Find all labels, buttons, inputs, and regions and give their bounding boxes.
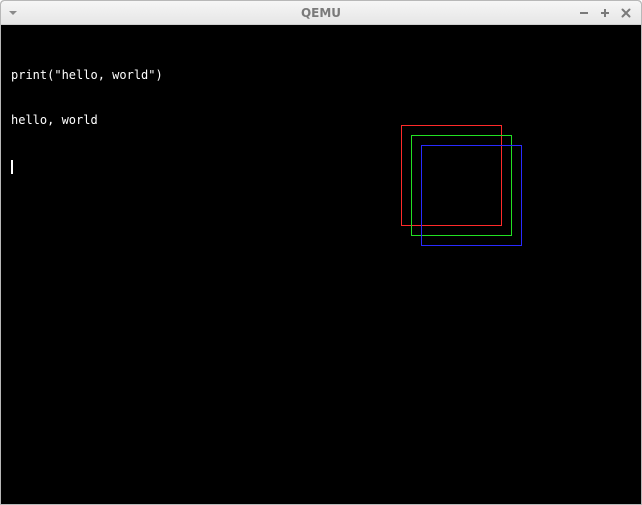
- guest-display[interactable]: print("hello, world") hello, world: [1, 25, 641, 504]
- red-square: [401, 125, 502, 226]
- minimize-icon[interactable]: [577, 6, 591, 20]
- close-icon[interactable]: [619, 6, 633, 20]
- window-title: QEMU: [300, 6, 342, 20]
- qemu-window: QEMU print("hello, world") hello, world: [0, 0, 642, 505]
- blue-square: [421, 145, 522, 246]
- graphics-layer: [401, 125, 522, 246]
- title-bar[interactable]: QEMU: [1, 1, 641, 25]
- green-square: [411, 135, 512, 236]
- maximize-icon[interactable]: [598, 6, 612, 20]
